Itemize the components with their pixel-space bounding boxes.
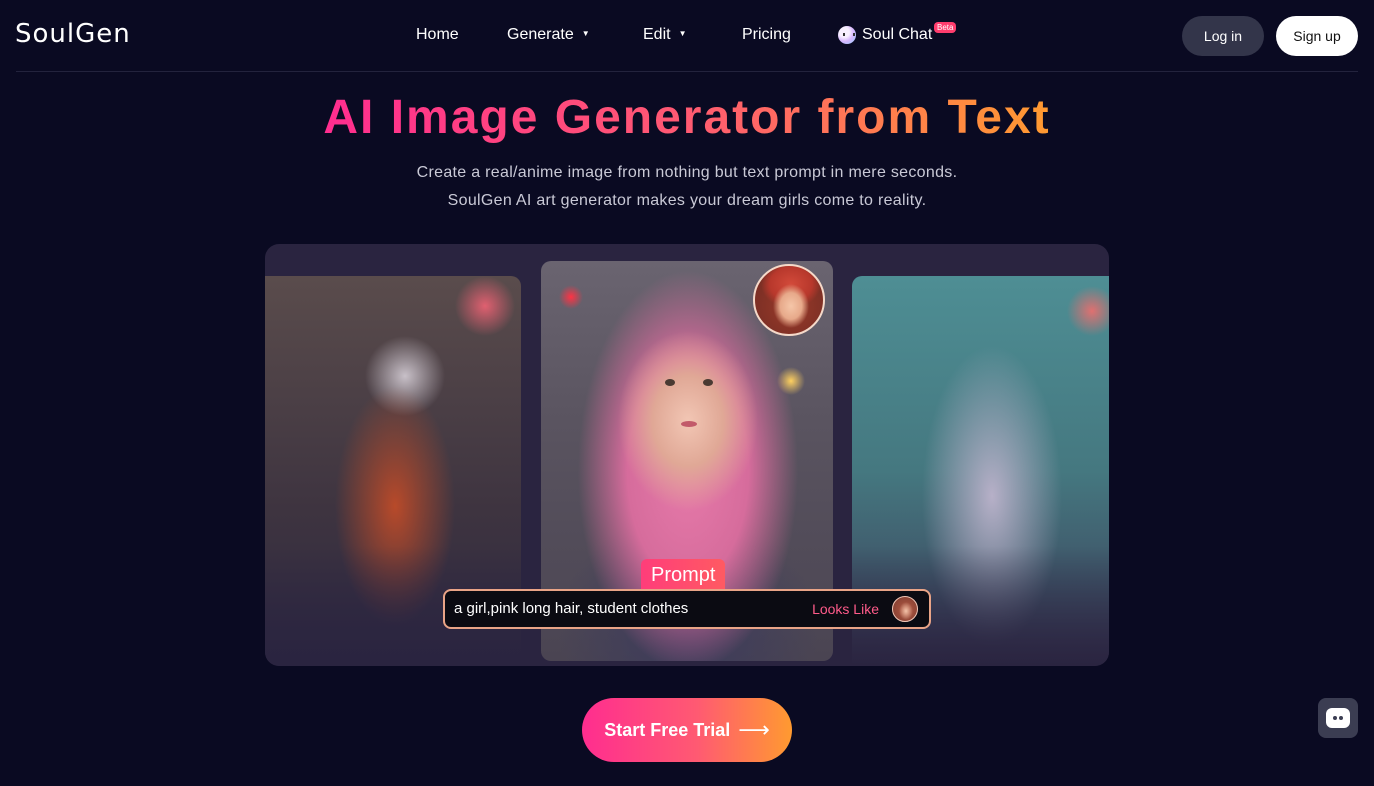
looks-like-avatar	[892, 596, 918, 622]
nav-soul-chat[interactable]: Soul Chat Beta	[838, 22, 957, 44]
caret-down-icon: ▼	[581, 28, 590, 38]
portrait-lips	[681, 421, 697, 427]
signup-button[interactable]: Sign up	[1276, 16, 1358, 56]
hero-subtitle-line-2: SoulGen AI art generator makes your drea…	[447, 192, 927, 209]
page-title: AI Image Generator from Text	[0, 90, 1374, 145]
nav-home-label: Home	[416, 26, 459, 43]
beta-badge: Beta	[934, 22, 957, 33]
reference-face-avatar	[753, 264, 825, 336]
nav-edit-label: Edit	[643, 26, 671, 43]
hero-subtitle-line-1: Create a real/anime image from nothing b…	[416, 164, 958, 181]
nav-home[interactable]: Home	[416, 26, 459, 44]
site-header: SoulGen Home Generate ▼ Edit ▼ Pricing S…	[0, 0, 1374, 72]
nav-soul-chat-label: Soul Chat	[862, 26, 933, 43]
chat-widget-button[interactable]	[1318, 698, 1358, 738]
page-title-text: AI Image Generator from Text	[323, 91, 1051, 144]
chat-bubble-icon	[1326, 708, 1350, 728]
header-divider	[16, 71, 1358, 72]
prompt-bar: a girl,pink long hair, student clothes L…	[443, 589, 931, 629]
showcase-carousel: Prompt a girl,pink long hair, student cl…	[265, 244, 1109, 666]
soulgen-logo[interactable]: SoulGen	[15, 19, 131, 49]
nav-edit[interactable]: Edit ▼	[643, 26, 687, 44]
nav-pricing[interactable]: Pricing	[742, 26, 791, 44]
portrait-eyes	[665, 379, 713, 389]
prompt-tag-label: Prompt	[651, 563, 716, 586]
prompt-tag: Prompt	[641, 559, 726, 591]
arrow-right-icon: ⟶	[738, 717, 770, 742]
looks-like-label: Looks Like	[812, 601, 879, 617]
caret-down-icon: ▼	[678, 28, 687, 38]
start-free-trial-label: Start Free Trial	[604, 719, 731, 740]
soul-chat-icon	[838, 26, 856, 44]
nav-generate[interactable]: Generate ▼	[507, 26, 590, 44]
prompt-text: a girl,pink long hair, student clothes	[454, 600, 689, 617]
nav-generate-label: Generate	[507, 26, 574, 43]
nav-pricing-label: Pricing	[742, 26, 791, 43]
login-button[interactable]: Log in	[1182, 16, 1264, 56]
start-free-trial-button[interactable]: Start Free Trial ⟶	[582, 698, 792, 762]
